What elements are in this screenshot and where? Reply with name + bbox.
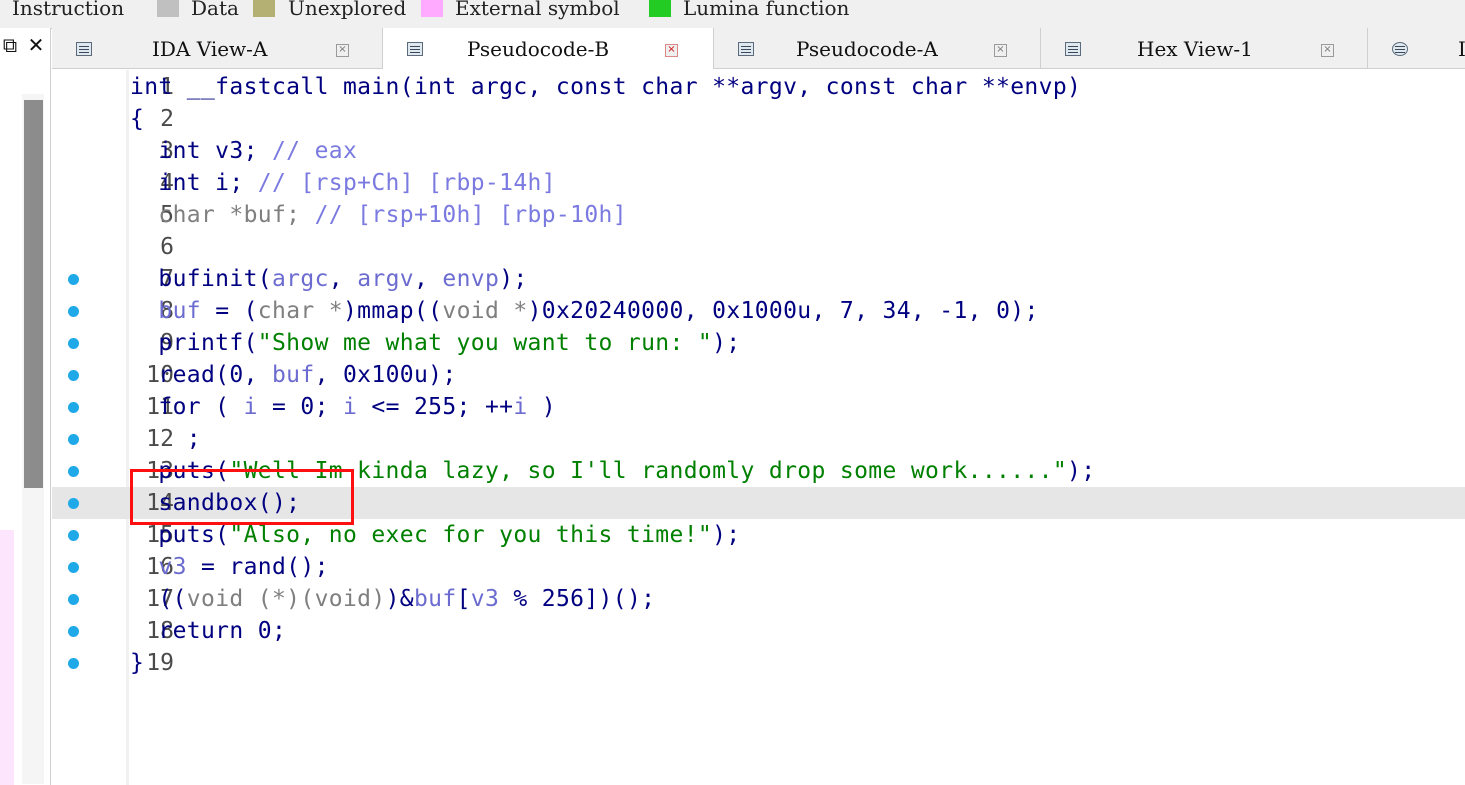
string-literal: "Show me what you want to run: " xyxy=(257,330,713,356)
code-text: int __fastcall main(int argc, const char… xyxy=(130,74,1082,100)
breakpoint-dot[interactable] xyxy=(68,338,79,349)
color-legend-bar: Instruction Data Unexplored External sym… xyxy=(0,0,1465,29)
close-icon[interactable]: ✕ xyxy=(26,34,46,56)
tab-label: Hex View-1 xyxy=(1137,37,1253,61)
code-line[interactable]: 6 xyxy=(52,231,1465,263)
tab-pseudocode-b[interactable]: Pseudocode-B × xyxy=(383,28,714,69)
code-line[interactable]: 2 { xyxy=(52,103,1465,135)
left-panel-toolbar: ⧉ ✕ xyxy=(0,32,50,60)
code-line[interactable]: 16 v3 = rand(); xyxy=(52,551,1465,583)
tab-close-icon[interactable]: × xyxy=(336,44,349,57)
comment: // eax xyxy=(271,138,358,164)
tab-pseudocode-a[interactable]: Pseudocode-A × xyxy=(714,28,1041,68)
breakpoint-dot[interactable] xyxy=(68,562,79,573)
hex-view-icon xyxy=(1065,42,1081,56)
breakpoint-dot[interactable] xyxy=(68,274,79,285)
string-literal: "Well Im kinda lazy, so I'll randomly dr… xyxy=(229,458,1068,484)
comment: // [rsp+10h] [rbp-10h] xyxy=(314,202,627,228)
code-line[interactable]: 10 read(0, buf, 0x100u); xyxy=(52,359,1465,391)
tab-label: I xyxy=(1458,37,1465,61)
pseudocode-view[interactable]: 1 int __fastcall main(int argc, const ch… xyxy=(52,70,1465,785)
tab-close-icon[interactable]: × xyxy=(665,44,678,57)
pseudocode-view-icon xyxy=(738,42,754,56)
tab-label: Pseudocode-B xyxy=(467,37,610,61)
breakpoint-dot[interactable] xyxy=(68,594,79,605)
string-literal: "Also, no exec for you this time!" xyxy=(229,522,713,548)
code-text: ; xyxy=(130,426,201,452)
legend-data-label: Data xyxy=(191,0,239,20)
scrollbar-thumb[interactable] xyxy=(24,100,43,488)
tab-bar: IDA View-A × Pseudocode-B × Pseudocode-A… xyxy=(52,28,1465,69)
tab-close-icon[interactable]: × xyxy=(1321,44,1334,57)
tab-ida-view-a[interactable]: IDA View-A × xyxy=(52,28,383,68)
code-text: } xyxy=(130,650,145,676)
code-line[interactable]: 11 for ( i = 0; i <= 255; ++i ) xyxy=(52,391,1465,423)
legend-data-swatch xyxy=(157,0,179,17)
tab-label: IDA View-A xyxy=(152,37,268,61)
legend-lumina-label: Lumina function xyxy=(683,0,850,20)
breakpoint-dot[interactable] xyxy=(68,530,79,541)
restore-window-icon[interactable]: ⧉ xyxy=(0,34,20,56)
legend-external-symbol-swatch xyxy=(421,0,443,17)
legend-instruction-label: Instruction xyxy=(12,0,125,20)
code-text: ((void (*)(void))&buf[v3 % 256])(); xyxy=(130,586,656,612)
legend-unexplored-swatch xyxy=(253,0,275,17)
breakpoint-dot[interactable] xyxy=(68,402,79,413)
disassembly-view-icon xyxy=(76,42,92,56)
breakpoint-dot[interactable] xyxy=(68,498,79,509)
annotation-highlight-box xyxy=(130,469,354,525)
code-line[interactable]: 17 ((void (*)(void))&buf[v3 % 256])(); xyxy=(52,583,1465,615)
code-text: int v3; // eax xyxy=(130,138,358,164)
breakpoint-dot[interactable] xyxy=(68,306,79,317)
code-text: buf = (char *)mmap((void *)0x20240000, 0… xyxy=(158,298,1039,324)
pseudocode-view-icon xyxy=(407,42,423,56)
tab-info[interactable]: I xyxy=(1368,28,1465,68)
external-symbol-region xyxy=(0,530,14,785)
legend-lumina-swatch xyxy=(649,0,671,17)
tab-close-icon[interactable]: × xyxy=(994,44,1007,57)
tab-label: Pseudocode-A xyxy=(796,37,938,61)
code-text: for ( i = 0; i <= 255; ++i ) xyxy=(130,394,556,420)
code-text: bufinit(argc, argv, envp); xyxy=(130,266,528,292)
code-line[interactable]: 5 char *buf; // [rsp+10h] [rbp-10h] xyxy=(52,199,1465,231)
code-line[interactable]: 7 bufinit(argc, argv, envp); xyxy=(52,263,1465,295)
code-line[interactable]: 19 } xyxy=(52,647,1465,679)
breakpoint-dot[interactable] xyxy=(68,658,79,669)
code-line[interactable]: 4 int i; // [rsp+Ch] [rbp-14h] xyxy=(52,167,1465,199)
code-text: char *buf; // [rsp+10h] [rbp-10h] xyxy=(130,202,627,228)
code-text: int i; // [rsp+Ch] [rbp-14h] xyxy=(130,170,556,196)
code-line[interactable]: 3 int v3; // eax xyxy=(52,135,1465,167)
breakpoint-dot[interactable] xyxy=(68,626,79,637)
breakpoint-dot[interactable] xyxy=(68,466,79,477)
tab-hex-view-1[interactable]: Hex View-1 × xyxy=(1041,28,1368,68)
comment: // [rsp+Ch] [rbp-14h] xyxy=(257,170,556,196)
code-line[interactable]: 9 printf("Show me what you want to run: … xyxy=(52,327,1465,359)
code-line[interactable]: 8 buf = (char *)mmap((void *)0x20240000,… xyxy=(52,295,1465,327)
code-text: { xyxy=(130,106,145,132)
code-text: return 0; xyxy=(130,618,287,644)
legend-unexplored-label: Unexplored xyxy=(288,0,407,20)
code-line[interactable]: 1 int __fastcall main(int argc, const ch… xyxy=(52,71,1465,103)
breakpoint-dot[interactable] xyxy=(68,370,79,381)
code-line[interactable]: 12 ; xyxy=(52,423,1465,455)
legend-external-symbol-label: External symbol xyxy=(455,0,620,20)
code-text: v3 = rand(); xyxy=(158,554,329,580)
info-icon xyxy=(1392,42,1408,56)
code-text: read(0, buf, 0x100u); xyxy=(130,362,457,388)
code-line[interactable]: 18 return 0; xyxy=(52,615,1465,647)
line-number: 6 xyxy=(160,234,174,260)
breakpoint-dot[interactable] xyxy=(68,434,79,445)
code-text: printf("Show me what you want to run: ")… xyxy=(130,330,741,356)
